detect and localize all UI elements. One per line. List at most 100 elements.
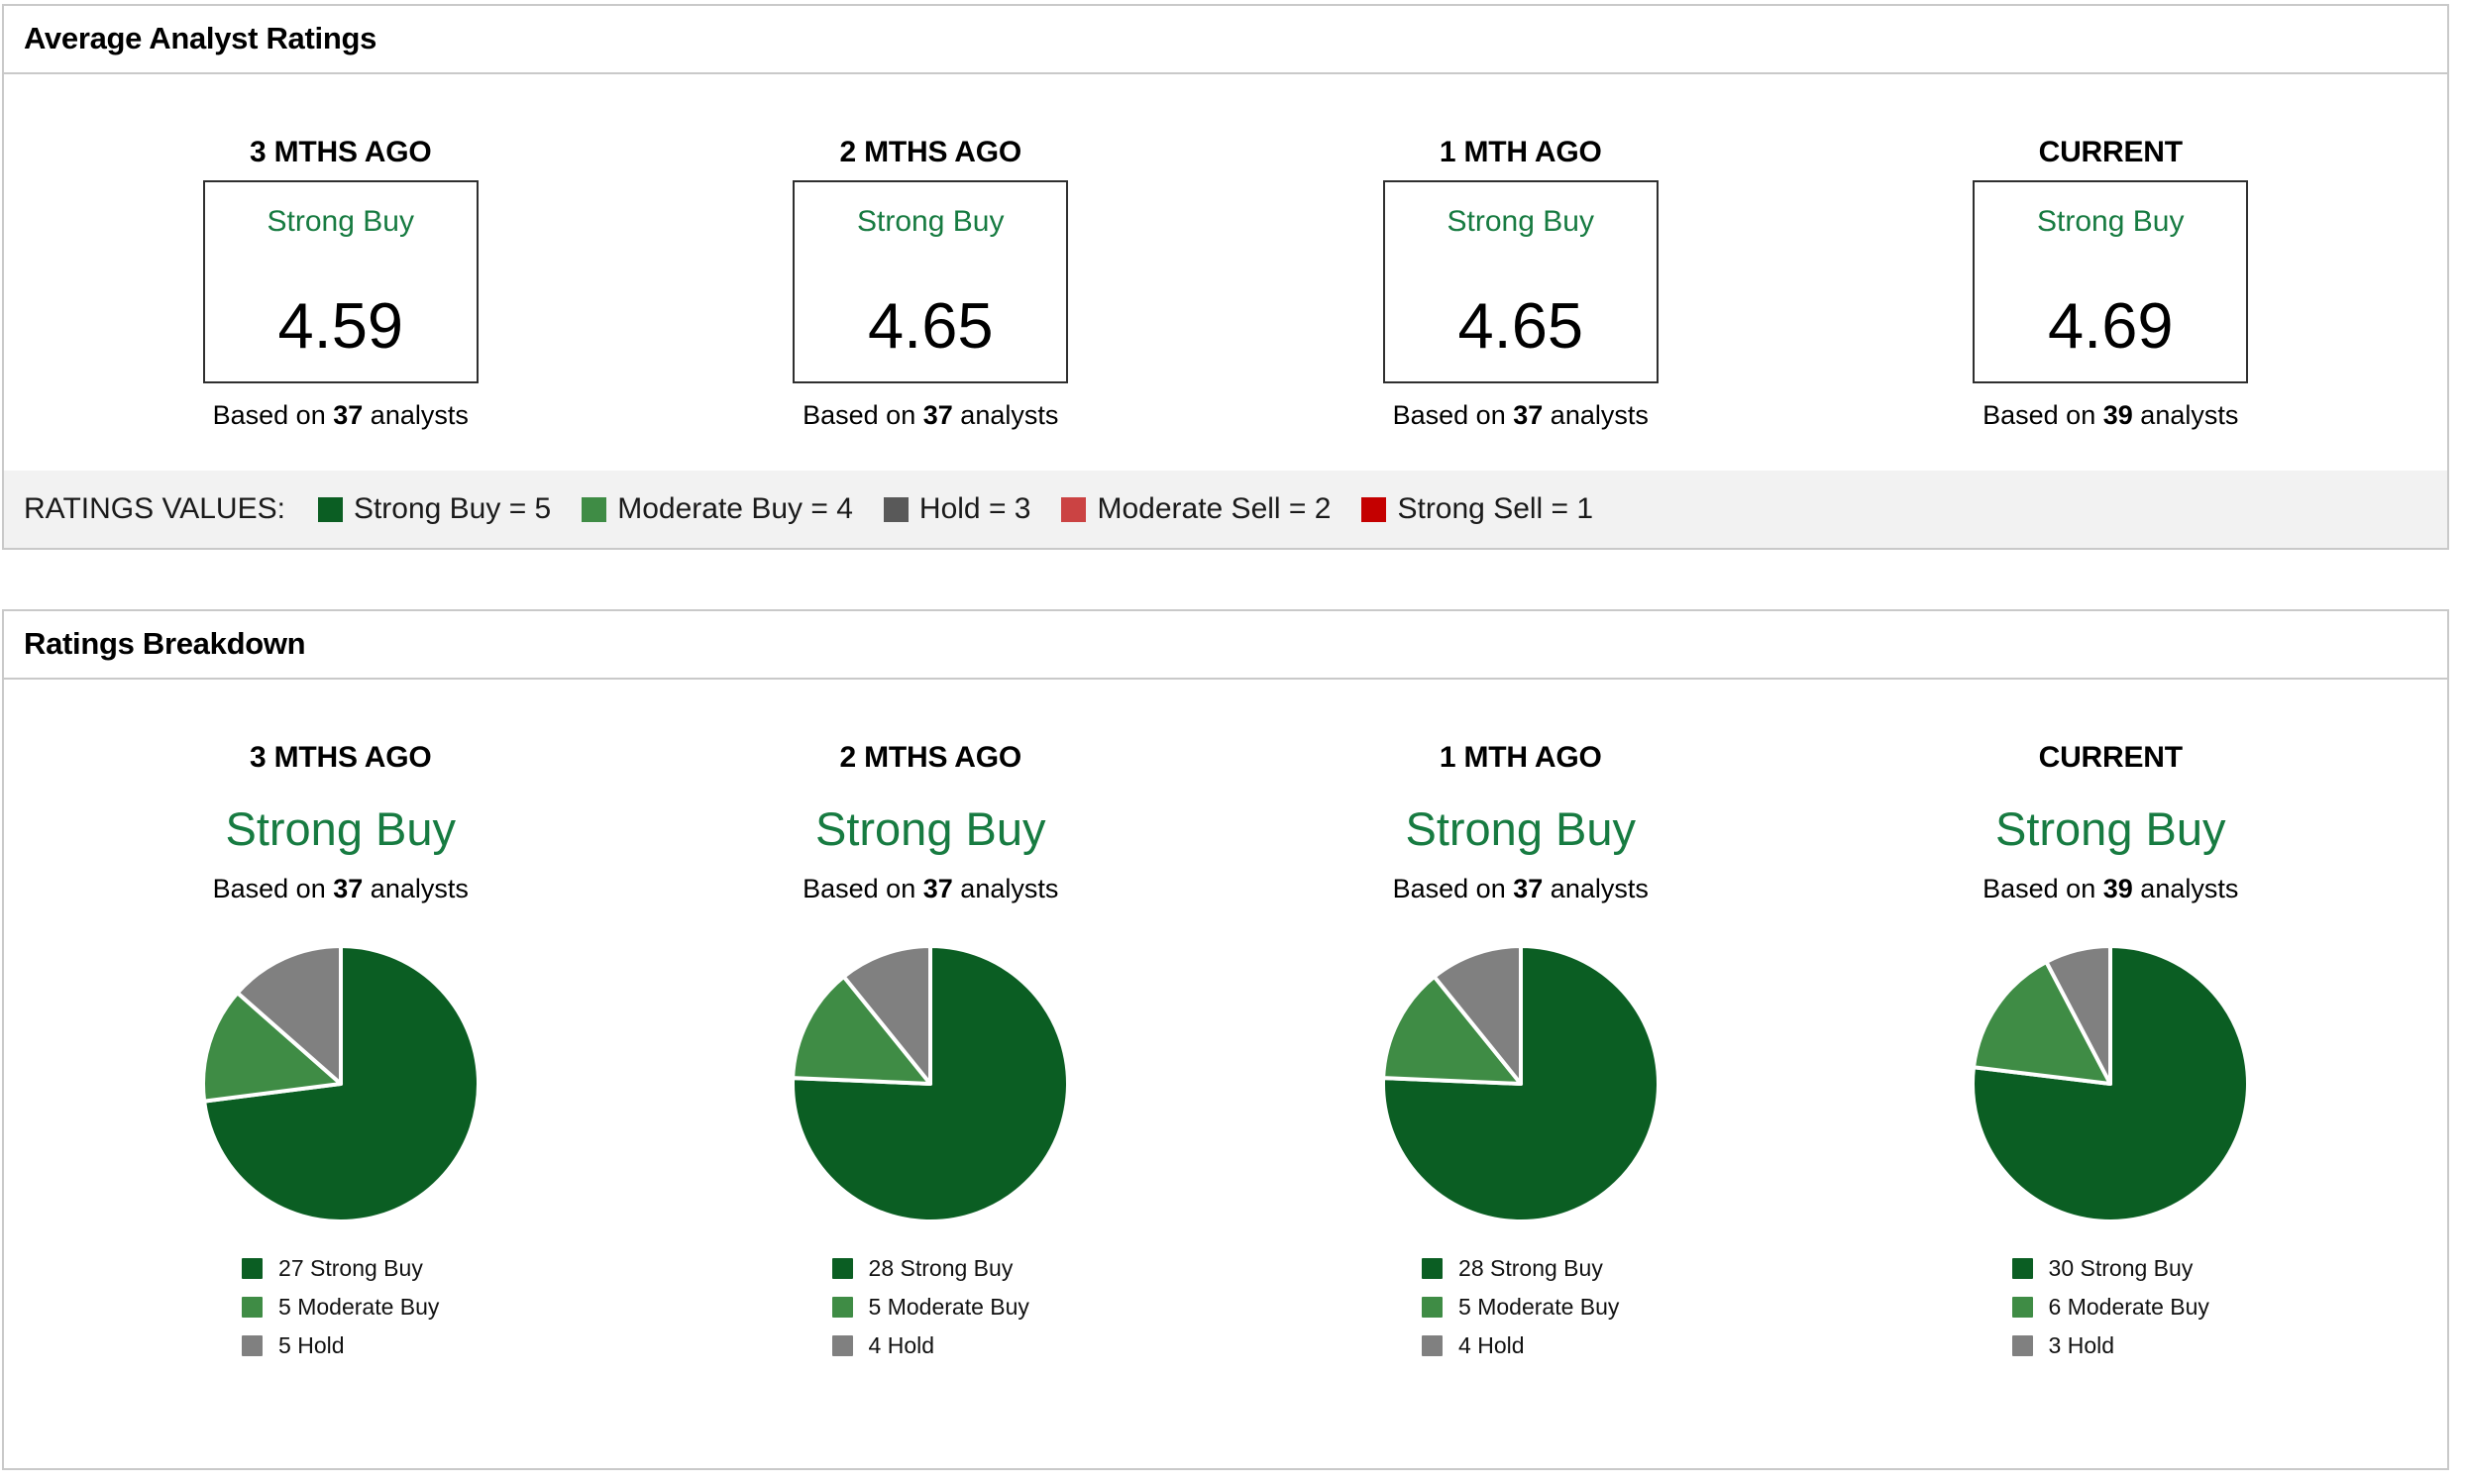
- based-on-suffix: analysts: [960, 874, 1059, 903]
- based-on-text: Based on 37 analysts: [213, 400, 469, 431]
- based-on-prefix: Based on: [803, 874, 916, 903]
- pie-legend-row-moderate-buy: 5 Moderate Buy: [1422, 1294, 1619, 1321]
- legend-item-strong-buy: Strong Buy = 5: [317, 492, 551, 526]
- period-label: 3 MTHS AGO: [249, 741, 432, 774]
- hold-swatch: [2011, 1335, 2033, 1356]
- period-label: CURRENT: [2038, 741, 2183, 774]
- based-on-text: Based on 37 analysts: [803, 874, 1058, 904]
- legend-count: 4: [1458, 1332, 1471, 1358]
- strong-buy-swatch: [317, 496, 343, 522]
- analyst-count: 37: [922, 400, 953, 430]
- pie-legend-row-hold: 4 Hold: [1422, 1332, 1619, 1359]
- legend-count: 5: [1458, 1294, 1471, 1320]
- legend-count: 3: [2048, 1332, 2062, 1358]
- rating-label: Strong Buy: [267, 205, 414, 238]
- pie-legend-row-moderate-buy: 6 Moderate Buy: [2011, 1294, 2209, 1321]
- based-on-prefix: Based on: [1392, 874, 1506, 903]
- consensus-rating: Strong Buy: [1994, 802, 2226, 855]
- pie-legend-row-hold: 5 Hold: [242, 1332, 439, 1359]
- panel-title: Ratings Breakdown: [24, 626, 306, 661]
- pie-legend: 30 Strong Buy 6 Moderate Buy 3 Hold: [2011, 1255, 2209, 1359]
- analyst-count: 37: [1513, 874, 1544, 903]
- period-label: 2 MTHS AGO: [839, 136, 1022, 168]
- period-label: CURRENT: [2038, 136, 2183, 168]
- based-on-text: Based on 37 analysts: [803, 400, 1058, 431]
- pie-legend-label: 5 Moderate Buy: [869, 1294, 1029, 1321]
- based-on-prefix: Based on: [803, 400, 916, 430]
- hold-swatch: [1422, 1335, 1444, 1356]
- pie-legend-row-strong-buy: 28 Strong Buy: [831, 1255, 1029, 1282]
- legend-item-hold: Hold = 3: [883, 492, 1030, 526]
- rating-column-current: CURRENT Strong Buy 4.69 Based on 39 anal…: [1816, 136, 2407, 431]
- legend-label: Moderate Buy: [1477, 1294, 1620, 1320]
- moderate-buy-swatch: [242, 1297, 264, 1318]
- legend-item-label: Moderate Sell = 2: [1097, 492, 1332, 525]
- rating-label: Strong Buy: [2037, 205, 2185, 238]
- rating-column-1mth: 1 MTH AGO Strong Buy 4.65 Based on 37 an…: [1226, 136, 1816, 431]
- legend-label: Strong Buy: [2080, 1255, 2194, 1281]
- based-on-suffix: analysts: [370, 400, 469, 430]
- pie-legend-label: 5 Moderate Buy: [1458, 1294, 1619, 1321]
- based-on-suffix: analysts: [1550, 400, 1649, 430]
- legend-item-moderate-buy: Moderate Buy = 4: [582, 492, 853, 526]
- based-on-suffix: analysts: [2140, 400, 2239, 430]
- based-on-text: Based on 39 analysts: [1983, 874, 2238, 904]
- legend-label: Hold: [2067, 1332, 2115, 1358]
- ratings-breakdown-panel: Ratings Breakdown 3 MTHS AGO Strong Buy …: [2, 609, 2449, 1470]
- legend-label: Moderate Buy: [887, 1294, 1029, 1320]
- panel-gap: [2, 550, 2449, 609]
- analyst-count: 37: [922, 874, 953, 903]
- rating-score-box: Strong Buy 4.65: [1382, 180, 1659, 383]
- pie-chart-3mths: [200, 944, 481, 1223]
- pie-legend-row-hold: 3 Hold: [2011, 1332, 2209, 1359]
- based-on-text: Based on 37 analysts: [1393, 400, 1649, 431]
- pie-legend-row-moderate-buy: 5 Moderate Buy: [242, 1294, 439, 1321]
- analyst-count: 37: [1513, 400, 1544, 430]
- moderate-buy-swatch: [582, 496, 607, 522]
- based-on-text: Based on 39 analysts: [1983, 400, 2238, 431]
- legend-count: 30: [2048, 1255, 2075, 1281]
- pie-legend: 27 Strong Buy 5 Moderate Buy 5 Hold: [242, 1255, 439, 1359]
- pie-legend-label: 5 Moderate Buy: [278, 1294, 439, 1321]
- legend-count: 5: [278, 1332, 291, 1358]
- pie-legend-label: 6 Moderate Buy: [2049, 1294, 2209, 1321]
- pie-legend: 28 Strong Buy 5 Moderate Buy 4 Hold: [831, 1255, 1029, 1359]
- pie-legend-label: 28 Strong Buy: [869, 1255, 1014, 1282]
- pie-legend-label: 30 Strong Buy: [2049, 1255, 2194, 1282]
- average-analyst-ratings-panel: Average Analyst Ratings 3 MTHS AGO Stron…: [2, 4, 2449, 550]
- based-on-prefix: Based on: [212, 874, 326, 903]
- moderate-buy-swatch: [831, 1297, 853, 1318]
- based-on-suffix: analysts: [1550, 874, 1649, 903]
- rating-score: 4.69: [2047, 289, 2174, 362]
- legend-count: 4: [868, 1332, 882, 1358]
- legend-count: 28: [1458, 1255, 1484, 1281]
- legend-item-label: Strong Sell = 1: [1397, 492, 1594, 525]
- analyst-count: 37: [333, 874, 364, 903]
- legend-count: 27: [278, 1255, 304, 1281]
- pie-chart-1mth: [1380, 944, 1661, 1223]
- breakdown-row: 3 MTHS AGO Strong Buy Based on 37 analys…: [4, 680, 2447, 1468]
- legend-label: Moderate Buy: [2067, 1294, 2209, 1320]
- consensus-rating: Strong Buy: [814, 802, 1046, 855]
- hold-swatch: [831, 1335, 853, 1356]
- moderate-buy-swatch: [1422, 1297, 1444, 1318]
- legend-count: 28: [868, 1255, 895, 1281]
- moderate-sell-swatch: [1061, 496, 1087, 522]
- hold-swatch: [242, 1335, 264, 1356]
- analyst-count: 37: [333, 400, 364, 430]
- pie-legend-row-moderate-buy: 5 Moderate Buy: [831, 1294, 1029, 1321]
- period-label: 1 MTH AGO: [1439, 136, 1602, 168]
- period-label: 2 MTHS AGO: [839, 741, 1022, 774]
- rating-column-2mths: 2 MTHS AGO Strong Buy 4.65 Based on 37 a…: [636, 136, 1227, 431]
- pie-chart-current: [1971, 944, 2251, 1223]
- moderate-buy-swatch: [2011, 1297, 2033, 1318]
- pie-legend: 28 Strong Buy 5 Moderate Buy 4 Hold: [1422, 1255, 1619, 1359]
- legend-label: Moderate Buy: [297, 1294, 440, 1320]
- hold-swatch: [883, 496, 909, 522]
- based-on-prefix: Based on: [1983, 400, 2096, 430]
- rating-score-box: Strong Buy 4.65: [793, 180, 1069, 383]
- pie-legend-row-strong-buy: 28 Strong Buy: [1422, 1255, 1619, 1282]
- period-label: 3 MTHS AGO: [249, 136, 432, 168]
- ratings-values-bar: RATINGS VALUES: Strong Buy = 5 Moderate …: [4, 471, 2447, 548]
- panel-header: Average Analyst Ratings: [4, 6, 2447, 74]
